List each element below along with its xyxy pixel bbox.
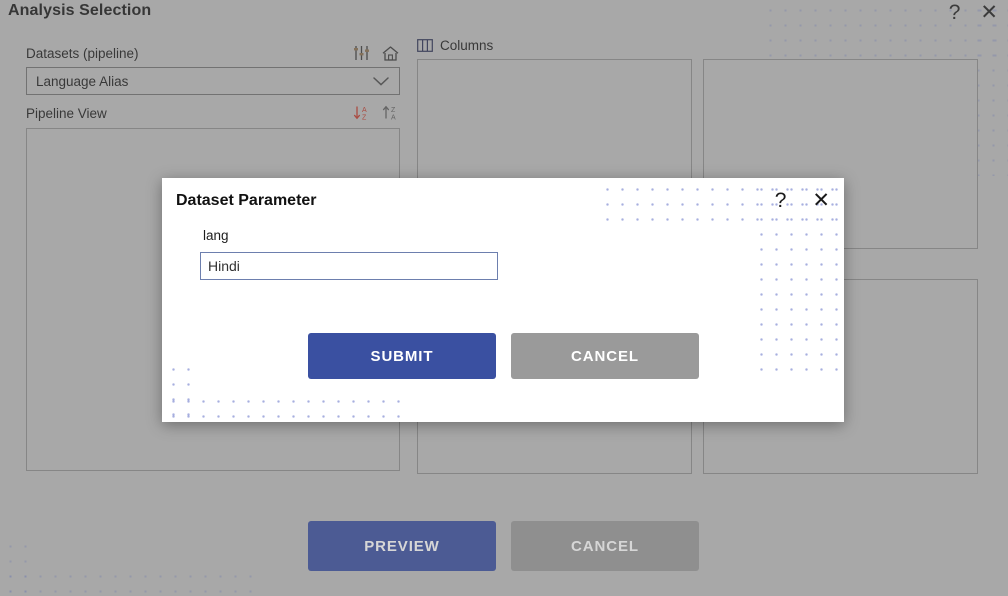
- dataset-parameter-dialog: Dataset Parameter ? ✕ lang SUBMIT CANCEL: [162, 178, 844, 422]
- dataset-select[interactable]: Language Alias: [26, 67, 400, 95]
- datasets-label: Datasets (pipeline): [26, 45, 139, 61]
- chevron-down-icon: [372, 76, 390, 87]
- dialog-actions: SUBMIT CANCEL: [308, 333, 699, 379]
- footer-actions: PREVIEW CANCEL: [308, 521, 699, 571]
- dataset-select-value: Language Alias: [36, 73, 129, 89]
- pipeline-sort-actions: A Z Z A: [353, 105, 400, 121]
- preview-button[interactable]: PREVIEW: [308, 521, 496, 571]
- columns-label: Columns: [440, 37, 494, 53]
- dialog-controls: ? ✕: [775, 190, 830, 211]
- close-icon[interactable]: ✕: [980, 2, 998, 23]
- dialog-cancel-button[interactable]: CANCEL: [511, 333, 699, 379]
- svg-text:A: A: [391, 115, 396, 122]
- pipeline-row: Pipeline View A Z Z A: [26, 102, 400, 124]
- parameter-label: lang: [203, 228, 229, 243]
- dialog-help-icon[interactable]: ?: [775, 190, 787, 211]
- parameter-input[interactable]: [200, 252, 498, 280]
- columns-grid-icon: [417, 38, 433, 52]
- sort-az-icon[interactable]: A Z: [353, 105, 371, 121]
- sliders-icon[interactable]: [353, 45, 370, 61]
- modal-dot-pattern-bottom-left-tail: [162, 358, 202, 422]
- columns-header: Columns: [417, 34, 692, 56]
- right-header-spacer: [703, 34, 978, 56]
- svg-text:Z: Z: [391, 107, 396, 114]
- help-icon[interactable]: ?: [949, 2, 961, 23]
- svg-text:Z: Z: [362, 115, 367, 122]
- modal-dot-pattern-bottom-left: [162, 390, 412, 422]
- svg-text:A: A: [362, 107, 367, 114]
- datasets-actions: [353, 45, 400, 62]
- application-window: Analysis Selection ? ✕ Datasets (pipelin…: [0, 0, 1008, 596]
- page-title: Analysis Selection: [8, 2, 152, 19]
- dialog-close-icon[interactable]: ✕: [812, 190, 830, 211]
- home-icon[interactable]: [381, 45, 400, 62]
- sort-za-icon[interactable]: Z A: [382, 105, 400, 121]
- footer-cancel-button[interactable]: CANCEL: [511, 521, 699, 571]
- dialog-title: Dataset Parameter: [176, 192, 317, 209]
- datasets-row: Datasets (pipeline): [26, 42, 400, 64]
- window-controls: ? ✕: [949, 2, 998, 23]
- pipeline-label: Pipeline View: [26, 105, 107, 121]
- submit-button[interactable]: SUBMIT: [308, 333, 496, 379]
